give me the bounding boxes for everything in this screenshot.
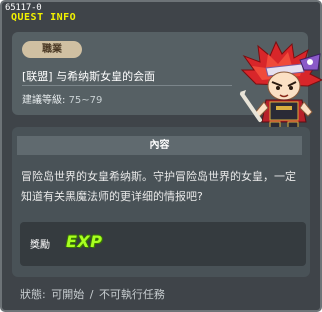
level-label: 建議等級: [22,95,66,106]
status-separator: / [89,288,94,301]
exp-icon: EXP [66,232,103,251]
status-unavailable: 不可執行任務 [98,288,165,301]
content-header: 內容 [17,136,302,155]
job-badge: 職業 [22,41,82,58]
level-range: 75~79 [68,95,103,106]
quest-description: 冒险岛世界的女皇希纳斯。守护冒险岛世界的女皇，一定知道有关黑魔法师的更详细的情报… [21,170,296,203]
reward-label: 獎勵 [30,240,50,251]
status-available: 可開始 [51,288,85,301]
quest-name: [联盟] 与希纳斯女皇的会面 [22,70,156,83]
quest-content-panel: 內容 冒险岛世界的女皇希纳斯。守护冒险岛世界的女皇，一定知道有关黑魔法师的更详细… [12,127,310,277]
quest-info-window: 65117-0 QUEST INFO 職業 [联盟] 与希纳斯女皇的会面 建議等… [0,0,322,312]
reward-box: 獎勵 EXP [20,222,306,266]
window-title: QUEST INFO [11,12,77,23]
title-bar[interactable]: 65117-0 QUEST INFO [2,2,320,28]
quest-status: 狀態: 可開始 / 不可執行任務 [20,286,167,302]
recommended-level: 建議等級: 75~79 [22,91,102,106]
divider [22,85,232,86]
status-label: 狀態: [20,288,46,301]
npc-portrait [240,40,322,137]
quest-summary-panel: 職業 [联盟] 与希纳斯女皇的会面 建議等級: 75~79 [12,32,322,137]
